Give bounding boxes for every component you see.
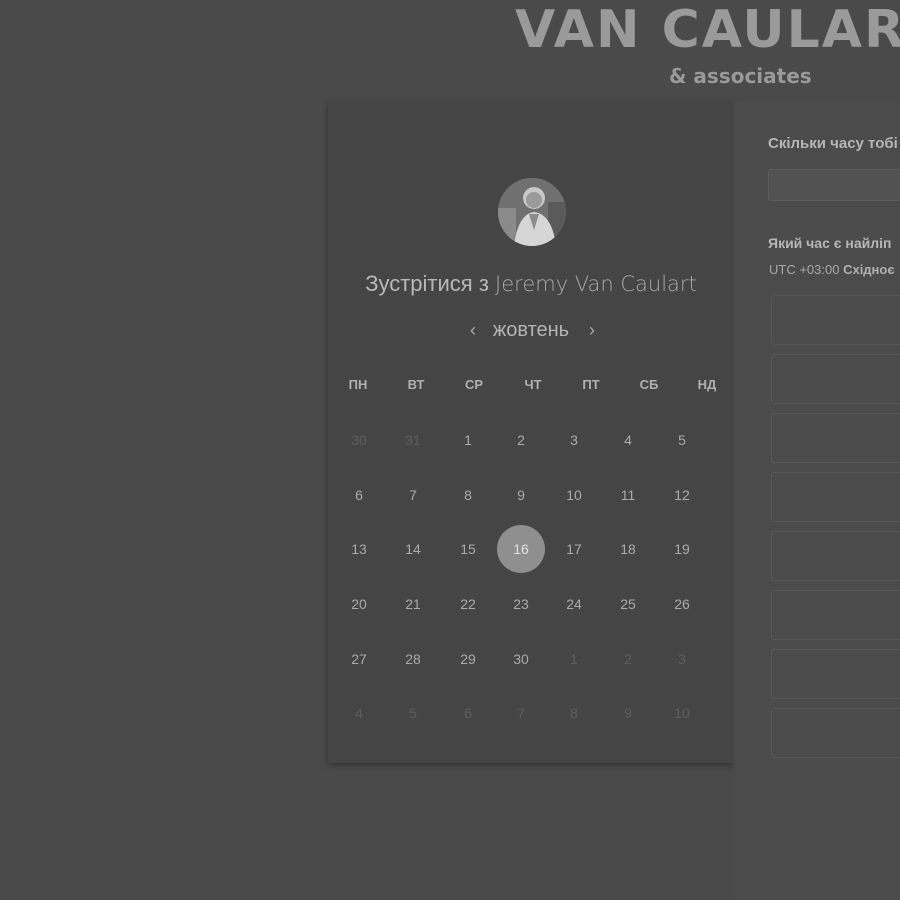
next-month-button[interactable]: ›: [582, 317, 602, 343]
time-slot[interactable]: [771, 708, 900, 758]
host-photo-icon: [498, 178, 566, 246]
weekday-label: НД: [697, 377, 717, 392]
day-cell: 30: [351, 432, 367, 448]
day-cell[interactable]: 4: [604, 416, 652, 464]
weekday-label: СР: [464, 377, 484, 392]
day-cell-selected[interactable]: 16: [497, 525, 545, 573]
day-cell[interactable]: 5: [658, 416, 706, 464]
time-slot[interactable]: [771, 531, 900, 581]
time-slot[interactable]: [771, 649, 900, 699]
day-cell[interactable]: 25: [604, 580, 652, 628]
day-cell[interactable]: 26: [658, 580, 706, 628]
day-cell[interactable]: 23: [497, 580, 545, 628]
day-cell: 31: [405, 432, 421, 448]
day-cell: 6: [464, 705, 472, 721]
avatar: [498, 178, 566, 246]
day-cell: 7: [517, 705, 525, 721]
day-cell[interactable]: 9: [497, 471, 545, 519]
weekday-label: ЧТ: [524, 377, 542, 392]
weekday-label: ПТ: [582, 377, 600, 392]
day-cell[interactable]: 6: [335, 471, 383, 519]
brand-logo: VAN CAULAR & associates: [515, 0, 900, 100]
duration-question: Скільки часу тобі: [768, 135, 898, 152]
time-slot[interactable]: [771, 354, 900, 404]
day-cell: 2: [624, 651, 632, 667]
day-cell: 10: [674, 705, 690, 721]
meeting-title-prefix: Зустрітися з: [365, 271, 489, 296]
day-cell[interactable]: 1: [444, 416, 492, 464]
day-cell[interactable]: 8: [444, 471, 492, 519]
timezone-label: UTC +03:00 Східноє: [769, 262, 895, 277]
day-cell: 1: [570, 651, 578, 667]
time-slot[interactable]: [771, 295, 900, 345]
day-cell[interactable]: 27: [335, 635, 383, 683]
duration-select[interactable]: [768, 169, 900, 201]
day-cell[interactable]: 12: [658, 471, 706, 519]
weekday-label: ВТ: [407, 377, 425, 392]
day-cell[interactable]: 18: [604, 525, 652, 573]
time-question: Який час є найліп: [768, 235, 892, 251]
day-cell[interactable]: 29: [444, 635, 492, 683]
day-cell: 3: [678, 651, 686, 667]
day-cell[interactable]: 11: [604, 471, 652, 519]
day-cell[interactable]: 21: [389, 580, 437, 628]
day-cell[interactable]: 20: [335, 580, 383, 628]
timezone-offset: UTC +03:00: [769, 262, 840, 277]
day-cell[interactable]: 30: [497, 635, 545, 683]
day-cell[interactable]: 3: [550, 416, 598, 464]
meeting-title: Зустрітися з Jeremy Van Caulart: [328, 271, 734, 297]
day-cell[interactable]: 10: [550, 471, 598, 519]
host-name: Jeremy Van Caulart: [495, 272, 697, 296]
day-cell[interactable]: 13: [335, 525, 383, 573]
month-navigation: ‹ жовтень ›: [328, 317, 734, 347]
brand-tagline: & associates: [669, 64, 812, 88]
day-cell[interactable]: 7: [389, 471, 437, 519]
time-slot[interactable]: [771, 413, 900, 463]
day-cell[interactable]: 24: [550, 580, 598, 628]
day-cell[interactable]: 28: [389, 635, 437, 683]
time-slot[interactable]: [771, 590, 900, 640]
day-cell[interactable]: 19: [658, 525, 706, 573]
time-slot[interactable]: [771, 472, 900, 522]
weekday-header: ПН ВТ СР ЧТ ПТ СБ НД: [336, 377, 728, 397]
day-cell[interactable]: 22: [444, 580, 492, 628]
brand-name: VAN CAULAR: [515, 0, 900, 60]
day-cell[interactable]: 15: [444, 525, 492, 573]
day-cell[interactable]: 17: [550, 525, 598, 573]
day-cell[interactable]: 14: [389, 525, 437, 573]
day-cell: 8: [570, 705, 578, 721]
day-cell: 9: [624, 705, 632, 721]
day-cell: 4: [355, 705, 363, 721]
booking-form: Скільки часу тобі Який час є найліп UTC …: [734, 101, 900, 900]
day-grid: 30 31 1 2 3 4 5 6 7 8 9 10 11 12 13 14 15 16 17 18 19 20 21 22 2…: [328, 413, 734, 743]
day-cell: 5: [409, 705, 417, 721]
weekday-label: ПН: [348, 377, 368, 392]
month-label: жовтень: [492, 319, 570, 341]
day-cell[interactable]: 2: [497, 416, 545, 464]
timezone-name: Східноє: [843, 262, 895, 277]
calendar-card: Зустрітися з Jeremy Van Caulart ‹ жовтен…: [328, 101, 734, 763]
weekday-label: СБ: [639, 377, 659, 392]
